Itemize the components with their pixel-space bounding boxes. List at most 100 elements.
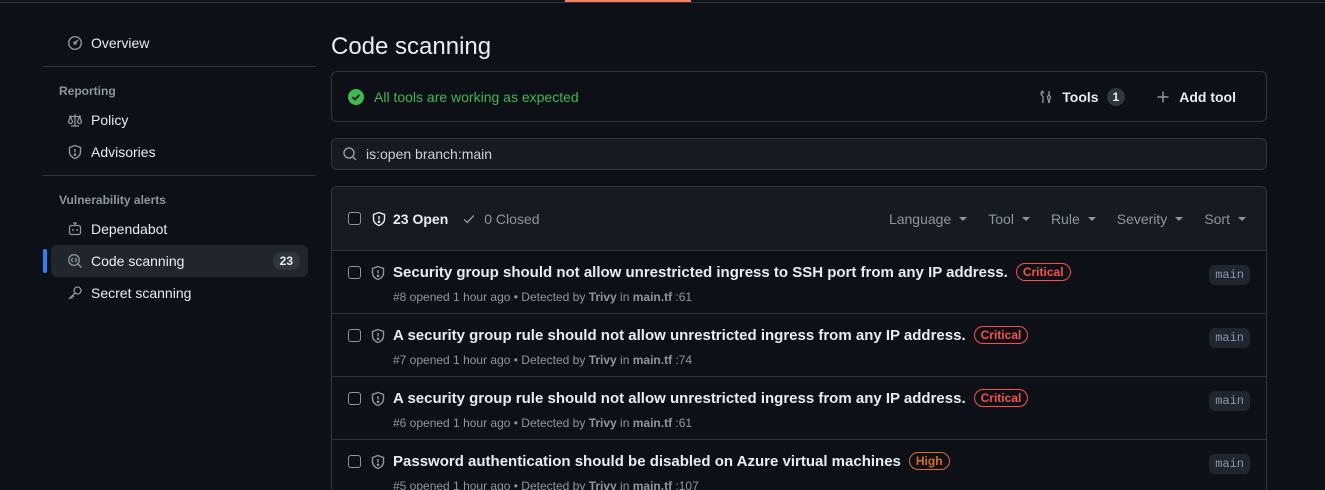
alert-title[interactable]: A security group rule should not allow u… xyxy=(393,326,1029,344)
shield-icon xyxy=(370,454,386,470)
meter-icon xyxy=(67,35,83,51)
shield-icon xyxy=(67,144,83,160)
alert-row: Security group should not allow unrestri… xyxy=(332,251,1266,314)
alert-title-text[interactable]: Security group should not allow unrestri… xyxy=(393,264,1008,281)
caret-down-icon xyxy=(1021,216,1030,221)
language-filter[interactable]: Language xyxy=(889,211,968,227)
sidebar-item-secret-scanning[interactable]: Secret scanning xyxy=(51,277,308,309)
sidebar-item-code-scanning[interactable]: Code scanning 23 xyxy=(43,245,308,277)
open-filter-tab[interactable]: 23 Open xyxy=(371,211,448,227)
severity-filter[interactable]: Severity xyxy=(1117,211,1184,227)
shield-icon xyxy=(370,265,386,281)
row-checkbox[interactable] xyxy=(348,455,361,468)
security-sidebar: Overview Reporting Policy Advisories Vul… xyxy=(43,27,316,309)
select-all-checkbox[interactable] xyxy=(348,212,361,225)
alert-title-text[interactable]: Password authentication should be disabl… xyxy=(393,453,901,470)
filter-bar: Language Tool Rule Severity Sort xyxy=(868,211,1246,227)
tools-icon xyxy=(1038,89,1054,105)
alert-row: Password authentication should be disabl… xyxy=(332,440,1266,490)
closed-filter-tab[interactable]: 0 Closed xyxy=(462,211,540,227)
filter-label: Severity xyxy=(1116,210,1168,227)
sidebar-item-label: Secret scanning xyxy=(91,285,192,301)
alert-title[interactable]: A security group rule should not allow u… xyxy=(393,389,1029,407)
row-checkbox[interactable] xyxy=(348,266,361,279)
row-checkbox[interactable] xyxy=(348,392,361,405)
filter-label: Tool xyxy=(988,210,1014,227)
alert-list-header: 23 Open 0 Closed Language Tool Rule Seve… xyxy=(332,187,1266,251)
row-checkbox[interactable] xyxy=(348,329,361,342)
branch-label: main xyxy=(1209,265,1250,285)
sidebar-item-label: Dependabot xyxy=(91,221,168,237)
severity-badge: Critical xyxy=(973,389,1029,407)
alert-meta: #8 opened 1 hour ago • Detected by Trivy… xyxy=(393,290,692,304)
plus-icon xyxy=(1155,89,1171,105)
caret-down-icon xyxy=(1175,216,1184,221)
meta-in: in xyxy=(616,290,633,304)
branch-label: main xyxy=(1209,328,1250,348)
tools-count-badge: 1 xyxy=(1106,87,1126,106)
shield-icon xyxy=(371,211,387,227)
rule-filter[interactable]: Rule xyxy=(1051,211,1096,227)
alert-list: 23 Open 0 Closed Language Tool Rule Seve… xyxy=(331,186,1267,490)
caret-down-icon xyxy=(1087,216,1096,221)
sidebar-item-policy[interactable]: Policy xyxy=(51,104,308,136)
main-content: Code scanning All tools are working as e… xyxy=(331,30,1267,490)
meta-prefix: #5 opened 1 hour ago • Detected by xyxy=(393,479,589,490)
shield-icon xyxy=(370,391,386,407)
caret-down-icon xyxy=(959,216,968,221)
alert-search-box[interactable] xyxy=(331,138,1267,170)
dependabot-icon xyxy=(67,221,83,237)
alert-title[interactable]: Password authentication should be disabl… xyxy=(393,452,950,470)
search-input[interactable] xyxy=(366,146,1166,162)
key-icon xyxy=(67,285,83,301)
file-link[interactable]: main.tf xyxy=(633,353,672,367)
check-circle-icon xyxy=(348,88,364,105)
line-number: :61 xyxy=(672,416,693,430)
severity-badge: Critical xyxy=(1015,263,1071,281)
sidebar-divider xyxy=(43,66,316,67)
alert-meta: #7 opened 1 hour ago • Detected by Trivy… xyxy=(393,353,692,367)
page-title: Code scanning xyxy=(331,33,492,60)
branch-label: main xyxy=(1209,454,1250,474)
alert-row: A security group rule should not allow u… xyxy=(332,377,1266,440)
search-icon xyxy=(342,146,358,162)
sidebar-divider xyxy=(43,175,316,176)
caret-down-icon xyxy=(1238,216,1246,221)
tools-label: Tools xyxy=(1062,88,1099,105)
file-link[interactable]: main.tf xyxy=(633,290,672,304)
line-number: :107 xyxy=(672,479,699,490)
law-icon xyxy=(67,112,83,128)
file-link[interactable]: main.tf xyxy=(633,479,672,490)
tool-name: Trivy xyxy=(588,290,617,304)
branch-label: main xyxy=(1209,391,1250,411)
sidebar-item-overview[interactable]: Overview xyxy=(51,27,308,59)
sidebar-item-dependabot[interactable]: Dependabot xyxy=(51,213,308,245)
active-tab-indicator xyxy=(565,0,691,2)
tools-button[interactable]: Tools 1 xyxy=(1038,87,1126,106)
add-tool-button[interactable]: Add tool xyxy=(1155,89,1236,105)
meta-in: in xyxy=(616,416,633,430)
file-link[interactable]: main.tf xyxy=(633,416,672,430)
tool-status-box: All tools are working as expected Tools … xyxy=(331,71,1267,122)
open-count-label: 23 Open xyxy=(393,210,449,227)
sidebar-item-label: Code scanning xyxy=(91,253,185,269)
sidebar-item-advisories[interactable]: Advisories xyxy=(51,136,308,168)
codescan-icon xyxy=(67,253,83,269)
alert-title-text[interactable]: A security group rule should not allow u… xyxy=(393,390,966,407)
meta-prefix: #8 opened 1 hour ago • Detected by xyxy=(393,290,589,304)
add-tool-label: Add tool xyxy=(1179,88,1236,105)
sort-filter[interactable]: Sort xyxy=(1204,211,1246,227)
severity-badge: Critical xyxy=(973,326,1029,344)
alert-meta: #5 opened 1 hour ago • Detected by Trivy… xyxy=(393,479,699,490)
alert-row: A security group rule should not allow u… xyxy=(332,314,1266,377)
alert-count-badge: 23 xyxy=(272,252,300,270)
meta-prefix: #6 opened 1 hour ago • Detected by xyxy=(393,416,589,430)
tool-name: Trivy xyxy=(588,479,617,490)
severity-badge: High xyxy=(908,452,950,470)
filter-label: Rule xyxy=(1050,210,1080,227)
tool-filter[interactable]: Tool xyxy=(988,211,1030,227)
meta-in: in xyxy=(616,479,633,490)
filter-label: Sort xyxy=(1204,210,1230,227)
alert-title-text[interactable]: A security group rule should not allow u… xyxy=(393,327,966,344)
alert-title[interactable]: Security group should not allow unrestri… xyxy=(393,263,1071,281)
